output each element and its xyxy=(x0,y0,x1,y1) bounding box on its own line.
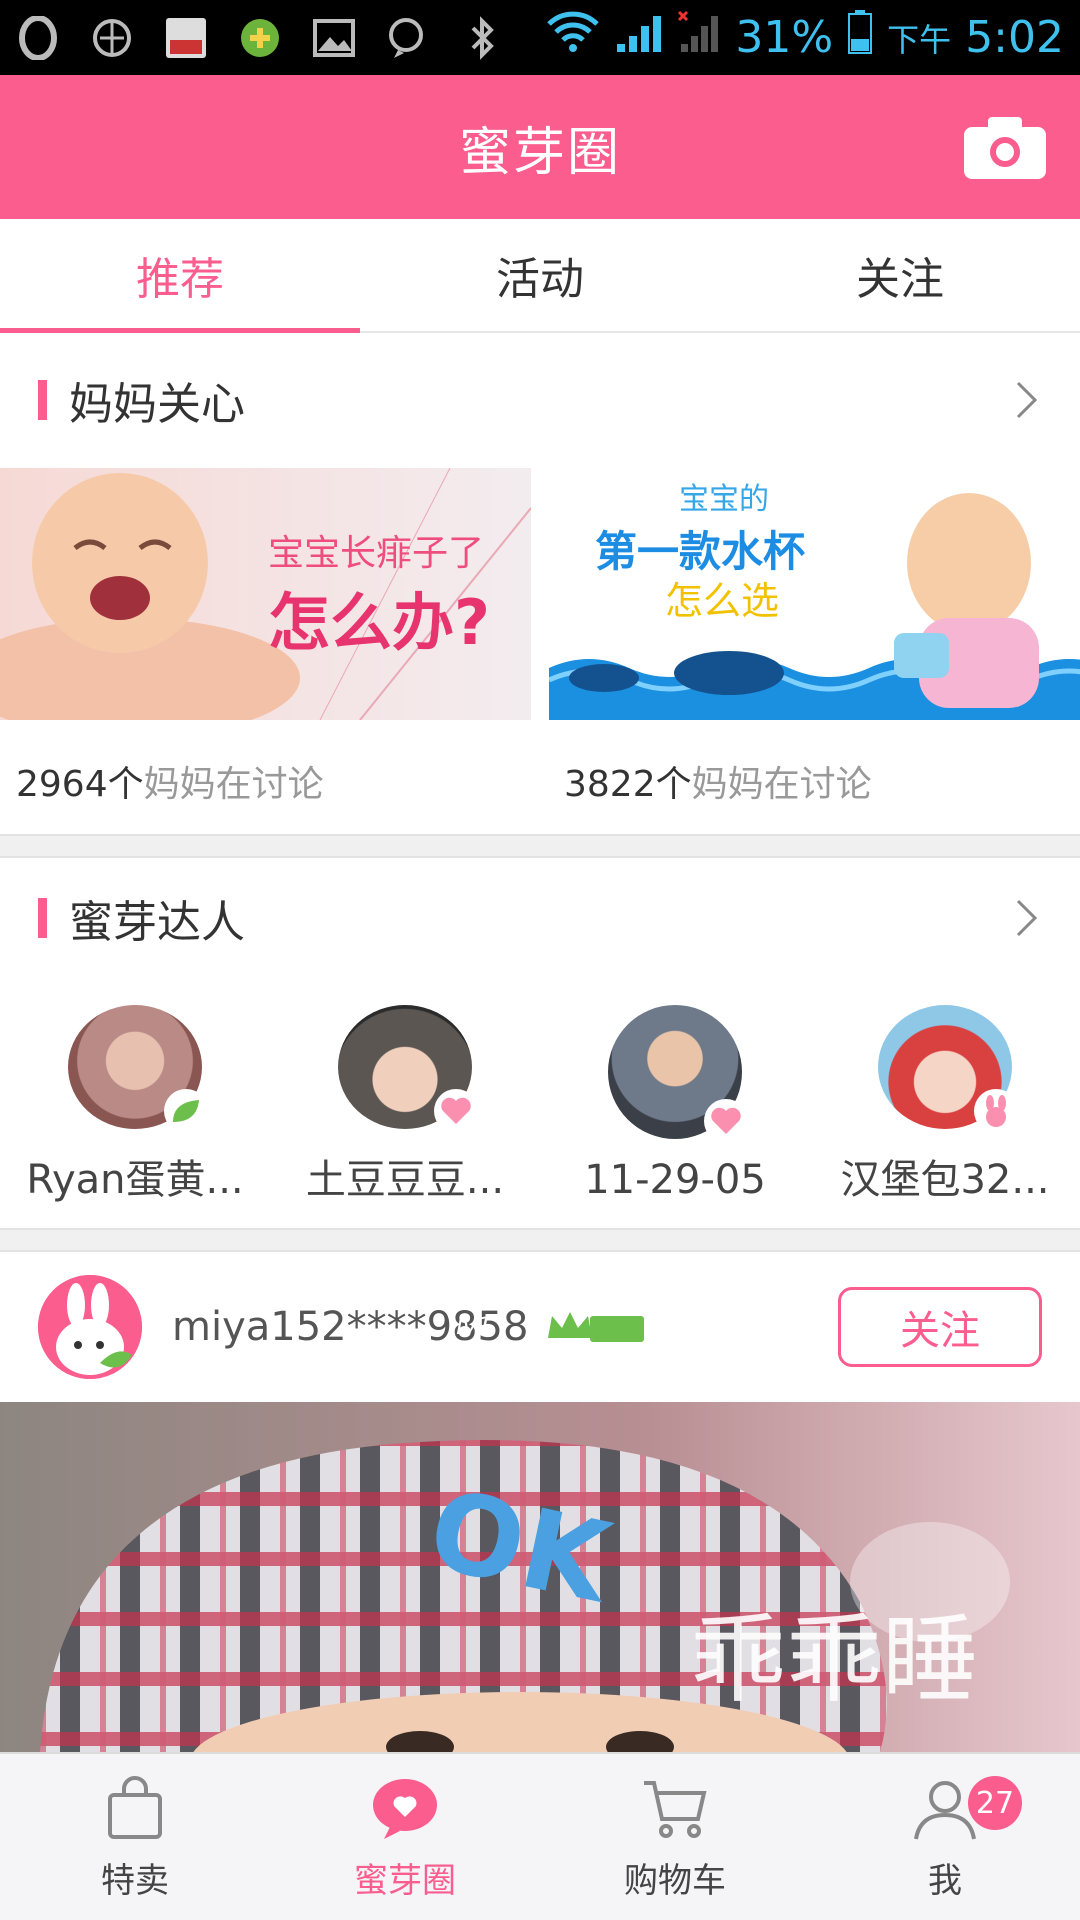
nav-label: 购物车 xyxy=(624,1860,726,1901)
discussion-suffix: 妈妈在讨论 xyxy=(691,764,872,805)
expert-name: 汉堡包32... xyxy=(840,1157,1050,1203)
expert-item[interactable]: Ryan蛋黄... xyxy=(0,1005,270,1205)
nav-label: 特卖 xyxy=(101,1860,169,1901)
bunny-avatar-icon xyxy=(38,1275,142,1379)
topic-banner-line1: 宝宝的 xyxy=(679,482,769,517)
discussion-number: 3822个 xyxy=(564,764,692,805)
avatar[interactable] xyxy=(38,1275,142,1379)
topic-card-prickly-heat[interactable]: 宝宝长痱子了 怎么办? xyxy=(0,468,531,720)
page-title: 蜜芽圈 xyxy=(458,122,621,183)
avatar xyxy=(68,1005,208,1133)
heart-bubble-icon xyxy=(373,1778,437,1839)
topic-banner-line1: 宝宝长痱子了 xyxy=(268,533,485,574)
nav-sale[interactable]: 特卖 xyxy=(0,1754,270,1920)
status-bar: 31% 下午 5:02 xyxy=(0,0,1080,75)
discussion-suffix: 妈妈在讨论 xyxy=(143,764,324,805)
expert-name: 土豆豆豆... xyxy=(305,1157,505,1203)
section-marker xyxy=(38,380,47,420)
time-prefix: 下午 xyxy=(887,20,952,59)
topic-banner-line3: 怎么选 xyxy=(665,579,780,623)
avatar xyxy=(338,1005,478,1133)
nav-label: 蜜芽圈 xyxy=(354,1860,456,1901)
topic-banner-image xyxy=(549,468,1080,720)
leaf-badge-icon xyxy=(164,1089,208,1133)
expert-name: Ryan蛋黄... xyxy=(26,1157,244,1203)
heart-badge-icon xyxy=(704,1099,748,1143)
expert-item[interactable]: 汉堡包32... xyxy=(810,1005,1080,1205)
bottom-navigation: 特卖 蜜芽圈 购物车 我 27 xyxy=(0,1752,1080,1920)
battery-icon xyxy=(847,9,873,66)
sohu-video-icon xyxy=(164,16,208,60)
app-header: 蜜芽圈 xyxy=(0,75,1080,219)
tab-recommend[interactable]: 推荐 xyxy=(0,219,360,333)
tab-activities[interactable]: 活动 xyxy=(360,219,720,331)
photo-sticker-sleep: 乖乖睡 xyxy=(690,1604,978,1716)
discussion-number: 2964个 xyxy=(16,764,144,805)
signal-empty-icon xyxy=(677,10,721,65)
level-label: lv1 xyxy=(456,1312,493,1340)
tab-bar: 推荐 活动 关注 xyxy=(0,219,1080,333)
section-divider xyxy=(0,1228,1080,1252)
expert-item[interactable]: 土豆豆豆... xyxy=(270,1005,540,1205)
tab-following[interactable]: 关注 xyxy=(720,219,1080,331)
chevron-right-icon xyxy=(1016,381,1038,419)
bluetooth-icon xyxy=(460,15,504,60)
expert-name: 11-29-05 xyxy=(584,1157,766,1203)
bunny-badge-icon xyxy=(974,1089,1018,1133)
nav-label: 我 xyxy=(928,1860,962,1901)
cart-icon xyxy=(644,1780,707,1838)
experts-header[interactable]: 蜜芽达人 xyxy=(0,863,1080,973)
section-divider xyxy=(0,834,1080,858)
bag-icon xyxy=(108,1775,162,1839)
camera-button[interactable] xyxy=(964,115,1046,179)
opera-icon xyxy=(16,15,60,60)
heart-badge-icon xyxy=(434,1089,478,1133)
section-title: 妈妈关心 xyxy=(69,379,245,430)
plus-app-icon xyxy=(238,16,282,60)
camera-icon xyxy=(964,117,1046,179)
mom-care-header[interactable]: 妈妈关心 xyxy=(0,345,1080,455)
notification-badge: 27 xyxy=(968,1776,1022,1830)
topic-banner-line2: 怎么办? xyxy=(268,586,490,659)
topic-discussion-count: 3822个妈妈在讨论 xyxy=(564,755,872,807)
section-title: 蜜芽达人 xyxy=(69,897,245,948)
expert-item[interactable]: 11-29-05 xyxy=(540,1005,810,1205)
post-header: miya152****9858 lv1 关注 xyxy=(0,1252,1080,1402)
chevron-right-icon xyxy=(1016,899,1038,937)
follow-button[interactable]: 关注 xyxy=(838,1287,1042,1367)
avatar xyxy=(878,1005,1018,1133)
gallery-icon xyxy=(312,16,356,60)
post-image[interactable]: OK 乖乖睡 xyxy=(0,1402,1080,1752)
signal-3g-icon xyxy=(613,10,663,65)
topic-card-water-cup[interactable]: 宝宝的 第一款水杯 怎么选 xyxy=(549,468,1080,720)
topic-discussion-count: 2964个妈妈在讨论 xyxy=(16,755,324,807)
chat-icon xyxy=(386,16,430,60)
browser-icon xyxy=(90,16,134,60)
nav-me[interactable]: 我 27 xyxy=(810,1754,1080,1920)
section-marker xyxy=(38,898,47,938)
nav-circle[interactable]: 蜜芽圈 xyxy=(270,1754,540,1920)
nav-cart[interactable]: 购物车 xyxy=(540,1754,810,1920)
avatar xyxy=(608,1005,748,1143)
level-crown-icon xyxy=(548,1312,645,1342)
clock: 5:02 xyxy=(965,12,1064,63)
battery-percent: 31% xyxy=(735,12,834,63)
wifi-icon xyxy=(547,10,600,65)
